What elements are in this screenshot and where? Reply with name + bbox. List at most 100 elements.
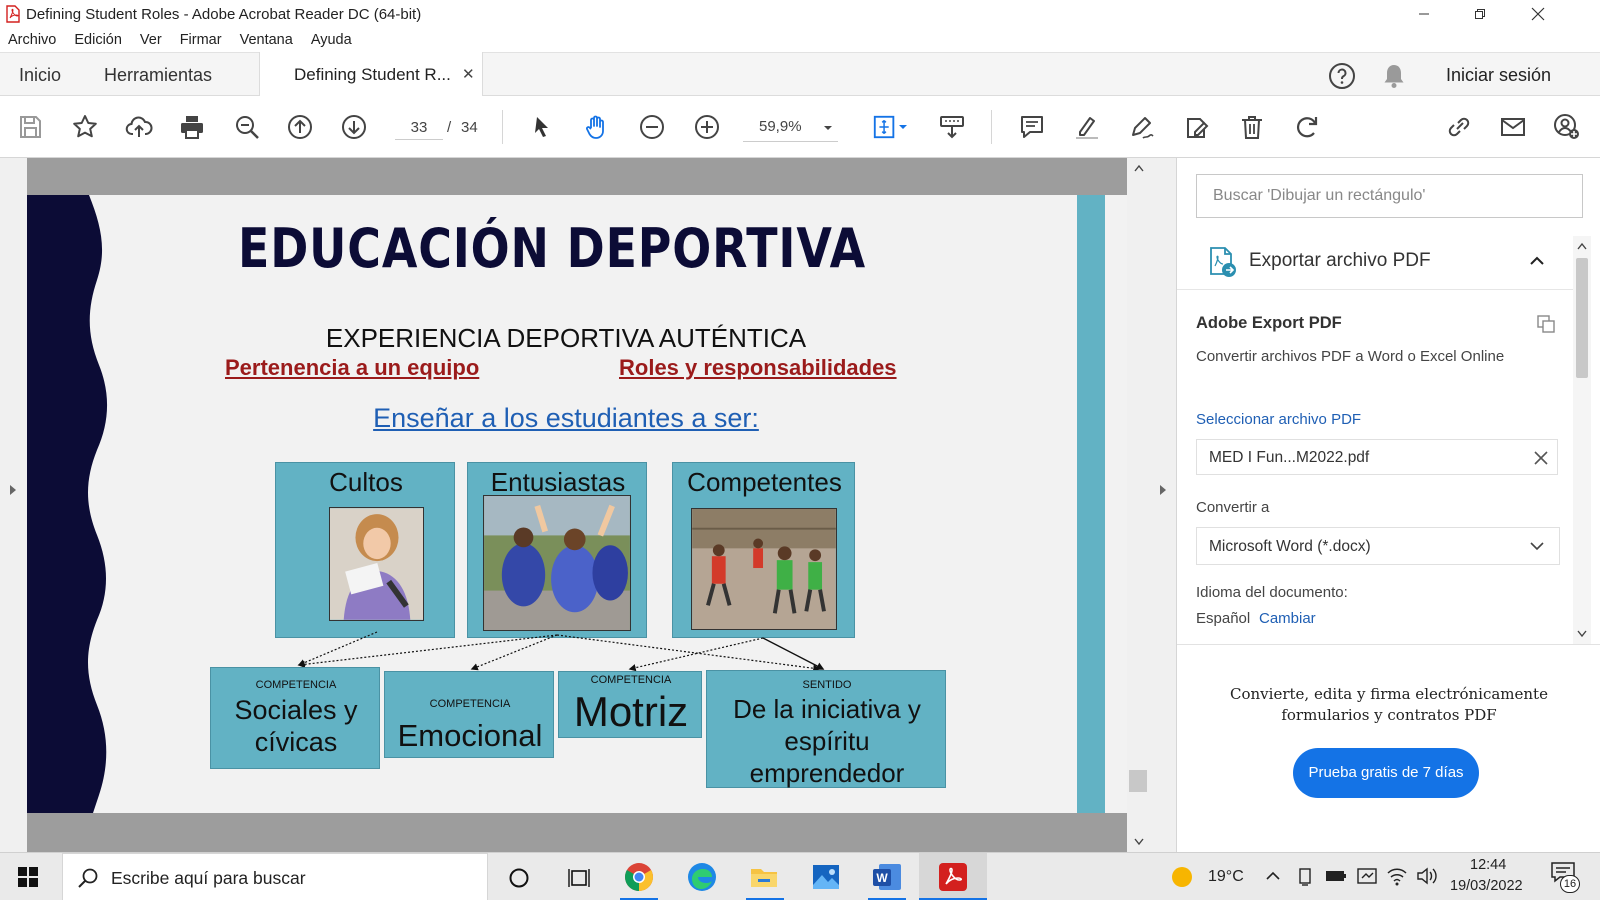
menu-ayuda[interactable]: Ayuda [311,28,352,52]
delete-button[interactable] [1235,110,1269,144]
fill-sign-button[interactable] [1180,110,1214,144]
trial-button[interactable]: Prueba gratis de 7 días [1293,748,1479,798]
hand-tool-button[interactable] [580,110,614,144]
box-motriz: COMPETENCIA Motriz [558,671,702,738]
select-file-label[interactable]: Seleccionar archivo PDF [1196,411,1361,428]
cursor-arrow-icon [535,117,548,137]
taskbar-file-explorer[interactable] [748,861,780,893]
weather-sun-icon[interactable] [1171,866,1193,888]
windows-logo-icon [18,867,38,887]
taskbar-word[interactable]: W [871,861,903,893]
find-button[interactable] [230,110,264,144]
volume-icon[interactable] [1416,866,1438,886]
zoom-search-icon [236,116,259,139]
sign-button[interactable] [1125,110,1159,144]
taskbar-edge[interactable] [686,861,718,893]
fit-page-button[interactable] [868,110,912,144]
highlighter-icon [1076,117,1098,139]
add-user-button[interactable] [1550,110,1584,144]
convert-format-value: Microsoft Word (*.docx) [1209,538,1371,555]
service-title: Adobe Export PDF [1196,314,1342,332]
convert-format-dropdown[interactable]: Microsoft Word (*.docx) [1196,527,1560,565]
export-pdf-header[interactable]: Exportar archivo PDF [1177,234,1581,290]
panel-scrollbar[interactable] [1573,236,1591,644]
windows-taskbar: Escribe aquí para buscar W 19°C 12:44 19… [0,852,1600,900]
help-button[interactable] [1328,62,1356,90]
panel-scroll-thumb[interactable] [1576,258,1588,378]
start-button[interactable] [16,865,40,889]
print-button[interactable] [175,110,209,144]
comment-button[interactable] [1015,110,1049,144]
edge-icon [688,863,716,891]
clock-time[interactable]: 12:44 [1470,857,1506,873]
menu-ventana[interactable]: Ventana [240,28,293,52]
tab-herramientas[interactable]: Herramientas [104,53,212,97]
taskbar-acrobat-active[interactable] [919,853,987,900]
clear-file-icon[interactable] [1534,451,1548,465]
promo-line-1: Convierte, edita y firma electrónicament… [1230,685,1548,703]
bookmark-button[interactable] [68,110,102,144]
sign-in-link[interactable]: Iniciar sesión [1446,53,1551,97]
left-panel-toggle-strip[interactable] [0,158,27,852]
show-hidden-icons-icon[interactable] [1266,871,1280,881]
acrobat-taskbar-icon [939,863,967,891]
taskbar-photos[interactable] [810,861,842,893]
chrome-icon [625,863,653,891]
minimize-button[interactable] [1396,0,1452,28]
menu-archivo[interactable]: Archivo [8,28,56,52]
close-window-button[interactable] [1510,0,1566,28]
maximize-button[interactable] [1452,0,1508,28]
scroll-thumb[interactable] [1129,770,1147,792]
close-tab-icon[interactable]: ✕ [462,52,475,97]
page-number-input[interactable]: 33 [395,116,443,140]
menu-edicion[interactable]: Edición [74,28,122,52]
notification-center-button[interactable]: 16 [1550,861,1584,893]
task-view-icon[interactable] [567,867,591,889]
rotate-button[interactable] [1290,110,1324,144]
tray-app-icon[interactable] [1356,866,1378,886]
acrobat-app-icon [6,5,20,23]
svg-text:W: W [876,871,888,885]
notifications-button[interactable] [1381,62,1407,90]
zoom-out-button[interactable] [635,110,669,144]
export-pdf-icon [1210,247,1236,277]
tab-inicio[interactable]: Inicio [19,53,61,97]
tab-document[interactable]: Defining Student R... ✕ [259,52,483,97]
save-button[interactable] [13,110,47,144]
upload-button[interactable] [122,110,156,144]
arrow-down-circle-icon [342,115,366,139]
highlight-button[interactable] [1070,110,1104,144]
menu-firmar[interactable]: Firmar [180,28,222,52]
next-page-button[interactable] [337,110,371,144]
keyboard-scroll-icon [940,116,964,139]
search-icon [78,868,98,888]
clock-date[interactable]: 19/03/2022 [1450,878,1523,894]
panel-scroll-up-icon [1577,242,1587,250]
document-scrollbar[interactable] [1127,158,1151,852]
device-icon[interactable] [1297,867,1313,887]
box-sociales: COMPETENCIA Sociales y cívicas [210,667,380,769]
box-iniciativa: SENTIDO De la iniciativa y espíritu empr… [706,670,946,788]
plus-circle-icon [695,115,719,139]
right-panel-toggle-strip[interactable] [1151,158,1176,852]
trash-icon [1242,116,1262,139]
taskbar-search-box[interactable]: Escribe aquí para buscar [62,853,488,900]
weather-temperature[interactable]: 19°C [1208,868,1244,886]
selected-file-field[interactable]: MED I Fun...M2022.pdf [1196,439,1558,475]
copy-info-icon[interactable] [1536,314,1556,334]
select-tool-button[interactable] [525,110,559,144]
cortana-icon[interactable] [508,867,530,889]
tool-search-input[interactable]: Buscar 'Dibujar un rectángulo' [1196,174,1583,218]
zoom-in-button[interactable] [690,110,724,144]
wifi-icon[interactable] [1386,866,1408,886]
scroll-up-icon [1134,164,1144,172]
battery-icon[interactable] [1325,869,1347,883]
email-button[interactable] [1496,110,1530,144]
taskbar-chrome[interactable] [623,861,655,893]
previous-page-button[interactable] [283,110,317,144]
change-language-link[interactable]: Cambiar [1259,610,1316,627]
scroll-mode-button[interactable] [935,110,969,144]
share-link-button[interactable] [1442,110,1476,144]
zoom-dropdown[interactable]: 59,9% [743,114,838,142]
menu-ver[interactable]: Ver [140,28,162,52]
